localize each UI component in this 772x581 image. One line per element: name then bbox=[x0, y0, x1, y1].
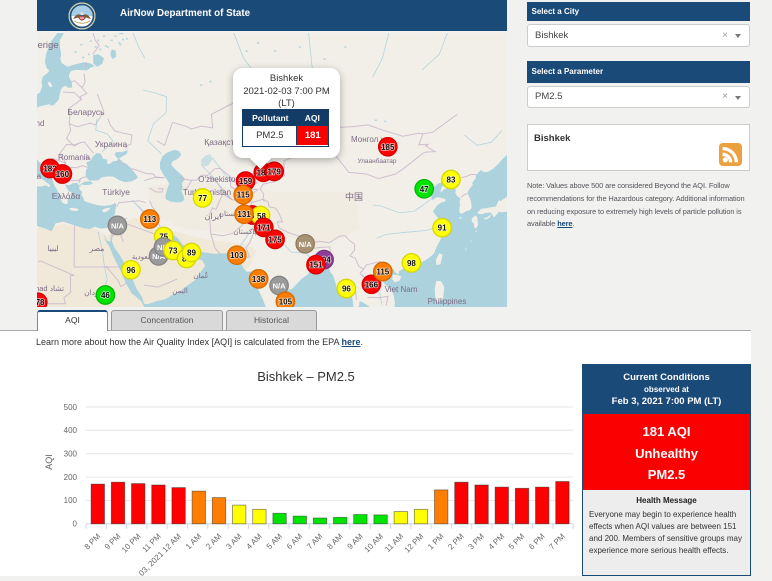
svg-text:'chad تشاد: 'chad تشاد bbox=[37, 284, 64, 293]
svg-text:5 PM: 5 PM bbox=[507, 532, 527, 552]
svg-text:10 PM: 10 PM bbox=[120, 532, 143, 555]
svg-text:500: 500 bbox=[64, 403, 78, 412]
svg-text:4 AM: 4 AM bbox=[245, 532, 264, 551]
svg-text:12 PM: 12 PM bbox=[403, 532, 426, 555]
svg-text:185: 185 bbox=[381, 143, 395, 152]
svg-text:Viet Nam: Viet Nam bbox=[385, 285, 418, 294]
svg-text:0: 0 bbox=[73, 520, 78, 529]
svg-text:77: 77 bbox=[198, 194, 207, 203]
svg-text:2 AM: 2 AM bbox=[204, 532, 223, 551]
svg-text:nd: nd bbox=[37, 119, 44, 128]
svg-text:Bishkek – PM2.5: Bishkek – PM2.5 bbox=[257, 369, 355, 384]
svg-text:N/A: N/A bbox=[299, 240, 313, 249]
svg-text:200: 200 bbox=[64, 473, 78, 482]
svg-text:113: 113 bbox=[143, 215, 156, 224]
svg-text:Беларусь: Беларусь bbox=[67, 107, 105, 117]
svg-text:105: 105 bbox=[279, 297, 293, 306]
svg-text:98: 98 bbox=[407, 259, 416, 268]
svg-text:115: 115 bbox=[237, 191, 250, 200]
svg-text:7 PM: 7 PM bbox=[547, 532, 567, 552]
svg-text:O'zbekiston: O'zbekiston bbox=[198, 175, 240, 184]
svg-text:中国: 中国 bbox=[345, 191, 363, 202]
svg-text:151: 151 bbox=[309, 261, 323, 270]
svg-text:ليبيا: ليبيا bbox=[47, 244, 58, 253]
svg-text:11 AM: 11 AM bbox=[383, 532, 405, 554]
svg-text:Ελλάδα: Ελλάδα bbox=[52, 191, 81, 201]
svg-text:166: 166 bbox=[365, 280, 379, 289]
svg-text:1 PM: 1 PM bbox=[426, 532, 446, 552]
svg-text:N/A: N/A bbox=[273, 282, 287, 291]
svg-text:Philippines: Philippines bbox=[428, 297, 467, 306]
svg-text:47: 47 bbox=[420, 185, 429, 194]
svg-text:مصر: مصر bbox=[89, 244, 105, 253]
svg-text:erige: erige bbox=[37, 40, 58, 51]
svg-text:160: 160 bbox=[56, 170, 70, 179]
svg-text:6 AM: 6 AM bbox=[285, 532, 304, 551]
svg-text:AQI: AQI bbox=[44, 454, 54, 470]
svg-text:46: 46 bbox=[101, 291, 110, 300]
svg-text:400: 400 bbox=[64, 426, 78, 435]
svg-text:10 AM: 10 AM bbox=[363, 532, 386, 555]
svg-text:89: 89 bbox=[187, 249, 196, 258]
svg-text:پاکستان: پاکستان bbox=[233, 228, 256, 236]
svg-text:6 PM: 6 PM bbox=[527, 532, 547, 552]
svg-text:Romania: Romania bbox=[58, 153, 91, 162]
svg-text:100: 100 bbox=[64, 496, 78, 505]
svg-text:73: 73 bbox=[169, 247, 178, 256]
svg-text:300: 300 bbox=[64, 450, 78, 459]
svg-text:Türkiye: Türkiye bbox=[102, 187, 130, 197]
svg-text:91: 91 bbox=[438, 224, 447, 233]
svg-text:8 AM: 8 AM bbox=[325, 532, 344, 551]
svg-text:4 PM: 4 PM bbox=[487, 532, 507, 552]
svg-text:3 PM: 3 PM bbox=[466, 532, 486, 552]
svg-text:اليمن: اليمن bbox=[172, 287, 188, 295]
svg-text:83: 83 bbox=[447, 176, 456, 185]
svg-text:عُمان: عُمان bbox=[193, 271, 209, 280]
svg-text:Украина: Украина bbox=[95, 139, 128, 149]
svg-text:1 AM: 1 AM bbox=[184, 532, 203, 551]
svg-text:103: 103 bbox=[230, 251, 244, 260]
svg-text:179: 179 bbox=[268, 167, 282, 176]
svg-text:96: 96 bbox=[342, 285, 351, 294]
svg-text:N/A: N/A bbox=[111, 221, 125, 230]
svg-text:2 PM: 2 PM bbox=[446, 532, 466, 552]
svg-text:7 AM: 7 AM bbox=[305, 532, 324, 551]
svg-text:8 PM: 8 PM bbox=[83, 532, 103, 552]
svg-text:131: 131 bbox=[237, 210, 251, 219]
svg-text:171: 171 bbox=[257, 223, 271, 232]
svg-text:115: 115 bbox=[376, 268, 389, 277]
svg-text:178: 178 bbox=[37, 298, 45, 307]
svg-text:138: 138 bbox=[252, 275, 266, 284]
svg-text:Улаанбаатар: Улаанбаатар bbox=[357, 157, 396, 165]
svg-text:175: 175 bbox=[268, 235, 282, 244]
svg-text:159: 159 bbox=[239, 177, 253, 186]
svg-text:5 AM: 5 AM bbox=[265, 532, 284, 551]
svg-text:3 AM: 3 AM bbox=[224, 532, 243, 551]
svg-text:ia: ia bbox=[37, 172, 42, 181]
svg-text:96: 96 bbox=[127, 266, 136, 275]
